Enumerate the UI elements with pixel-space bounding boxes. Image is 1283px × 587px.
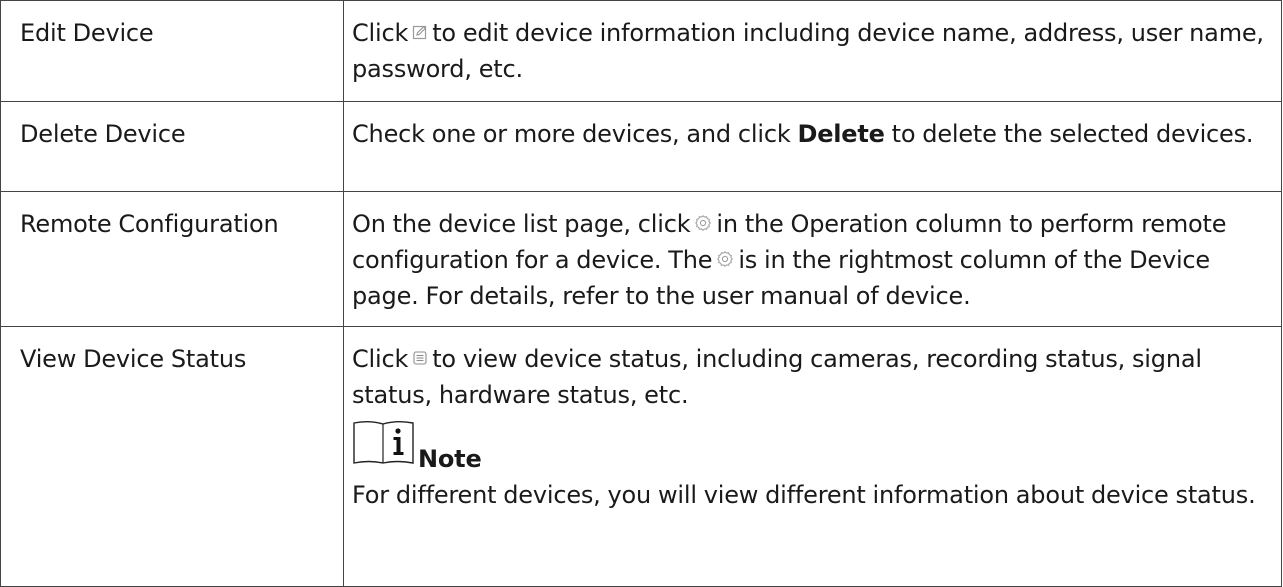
settings-icon [716,250,734,268]
row-description: Click to view device status, including ca… [343,326,1282,587]
description-text: Click [352,19,409,47]
table-row: Edit Device Click to edit device informat… [0,0,1282,102]
delete-keyword: Delete [797,120,885,148]
description-text: to edit device information including dev… [352,19,1264,83]
note-text: For different devices, you will view dif… [352,481,1256,509]
table-row: Delete Device Check one or more devices,… [0,101,1282,192]
description-text: Check one or more devices, and click [352,120,791,148]
description-text: to delete the selected devices. [891,120,1254,148]
row-label: Remote Configuration [0,191,344,327]
table-row: View Device Status Click to view device s… [0,326,1282,587]
row-description: On the device list page, click in the Ope… [343,191,1282,327]
info-icon [352,419,416,475]
description-paragraph: Click to view device status, including ca… [352,341,1273,413]
description-text: Click [352,345,409,373]
description-text: to view device status, including cameras… [352,345,1202,409]
note-header: Note [352,421,1273,475]
row-description: Check one or more devices, and click Del… [343,101,1282,192]
row-label: Delete Device [0,101,344,192]
description-text: On the device list page, click [352,210,691,238]
row-description: Click to edit device information includin… [343,0,1282,102]
edit-icon [412,24,428,40]
note-title: Note [418,445,482,473]
settings-icon [694,214,712,232]
table-row: Remote Configuration On the device list … [0,191,1282,327]
operations-table: Edit Device Click to edit device informat… [0,0,1282,587]
device-status-icon [412,350,428,366]
row-label: Edit Device [0,0,344,102]
row-label: View Device Status [0,326,344,587]
